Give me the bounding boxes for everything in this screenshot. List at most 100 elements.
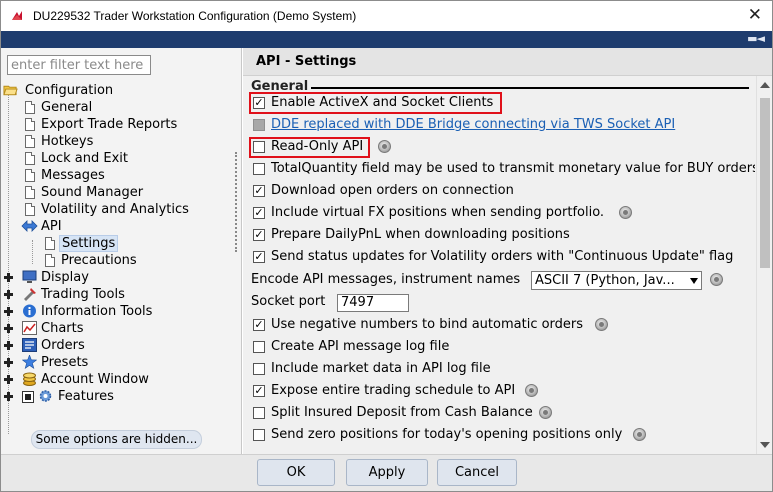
- tree-label: Precautions: [61, 253, 137, 268]
- gear-icon: [39, 390, 52, 402]
- tree-label: Orders: [41, 338, 85, 353]
- info-icon[interactable]: [619, 206, 632, 219]
- split-insured-checkbox[interactable]: [253, 407, 265, 419]
- create-api-log-checkbox[interactable]: [253, 341, 265, 353]
- info-icon[interactable]: [539, 406, 552, 419]
- pin-icon[interactable]: ▬◄: [747, 32, 765, 45]
- panel-title: API - Settings: [256, 54, 357, 69]
- window-title: DU229532 Trader Workstation Configuratio…: [33, 9, 357, 23]
- info-icon[interactable]: [595, 318, 608, 331]
- expand-icon[interactable]: [4, 307, 13, 316]
- expand-icon[interactable]: [4, 392, 13, 401]
- settings-tree-panel: Configuration General Export Trade Repor…: [1, 48, 242, 454]
- scrollbar-thumb[interactable]: [760, 98, 770, 268]
- document-icon: [25, 101, 35, 114]
- tree-label: Sound Manager: [41, 185, 144, 200]
- tree-label: Display: [41, 270, 89, 285]
- virtual-fx-checkbox[interactable]: ✓: [253, 207, 265, 219]
- vertical-scrollbar[interactable]: [756, 76, 772, 454]
- market-data-log-checkbox[interactable]: [253, 363, 265, 375]
- setting-label: Download open orders on connection: [271, 183, 514, 198]
- api-arrows-icon: [21, 220, 38, 232]
- tree-label: Settings: [59, 235, 119, 252]
- document-icon: [25, 169, 35, 182]
- tree-label: Export Trade Reports: [41, 117, 178, 132]
- encode-label: Encode API messages, instrument names: [251, 272, 521, 287]
- expand-icon[interactable]: [4, 341, 13, 350]
- dde-checkbox: [253, 119, 265, 131]
- document-icon: [25, 203, 35, 216]
- tree-label: Features: [58, 389, 114, 404]
- section-divider: [311, 87, 749, 89]
- setting-label: Include market data in API log file: [271, 361, 491, 376]
- dde-bridge-link[interactable]: DDE replaced with DDE Bridge connecting …: [271, 115, 675, 135]
- totalquantity-checkbox[interactable]: [253, 163, 265, 175]
- info-icon[interactable]: [378, 140, 391, 153]
- chart-icon: [22, 321, 37, 335]
- volatility-updates-checkbox[interactable]: ✓: [253, 251, 265, 263]
- tree-label: Trading Tools: [41, 287, 125, 302]
- title-bar: DU229532 Trader Workstation Configuratio…: [0, 0, 773, 31]
- presets-star-icon: [22, 355, 37, 369]
- trading-tools-icon: [24, 288, 36, 301]
- tree-label: Account Window: [41, 372, 149, 387]
- info-icon[interactable]: [633, 428, 646, 441]
- tree-label: General: [41, 100, 93, 115]
- document-icon: [25, 135, 35, 148]
- expand-icon[interactable]: [4, 273, 13, 282]
- panel-header: API - Settings: [243, 48, 772, 76]
- highlight-box: [249, 92, 502, 114]
- socket-port-input[interactable]: 7497: [337, 294, 409, 312]
- document-icon: [25, 152, 35, 165]
- document-icon: [25, 186, 35, 199]
- document-icon: [45, 237, 55, 250]
- expand-icon[interactable]: [4, 375, 13, 384]
- tree-label: Lock and Exit: [41, 151, 128, 166]
- account-coins-icon: [23, 372, 36, 386]
- prepare-dailypnl-checkbox[interactable]: ✓: [253, 229, 265, 241]
- scroll-up-icon[interactable]: [760, 82, 770, 88]
- api-settings-panel: API - Settings General ✓ Enable ActiveX …: [235, 48, 772, 454]
- tree-label: Charts: [41, 321, 84, 336]
- scroll-down-icon[interactable]: [760, 442, 770, 448]
- document-icon: [45, 254, 55, 267]
- setting-label: Split Insured Deposit from Cash Balance: [271, 405, 533, 420]
- setting-label: Include virtual FX positions when sendin…: [271, 205, 605, 220]
- expand-icon[interactable]: [4, 290, 13, 299]
- highlight-box: [249, 137, 370, 158]
- folder-open-icon: [3, 85, 18, 96]
- display-monitor-icon: [22, 270, 37, 283]
- apply-button[interactable]: Apply: [346, 459, 428, 486]
- close-icon[interactable]: ✕: [748, 5, 762, 25]
- zero-positions-checkbox[interactable]: [253, 429, 265, 441]
- encoding-select[interactable]: ASCII 7 (Python, Jav...: [531, 271, 702, 290]
- ok-button[interactable]: OK: [257, 459, 335, 486]
- socket-port-label: Socket port: [251, 294, 326, 309]
- negative-numbers-checkbox[interactable]: ✓: [253, 319, 265, 331]
- cancel-button[interactable]: Cancel: [437, 459, 517, 486]
- setting-label: Send status updates for Volatility order…: [271, 249, 734, 264]
- download-open-orders-checkbox[interactable]: ✓: [253, 185, 265, 197]
- setting-label: Send zero positions for today's opening …: [271, 427, 623, 442]
- some-options-hidden-button[interactable]: Some options are hidden...: [31, 430, 202, 449]
- splitter-handle[interactable]: [235, 152, 238, 252]
- info-icon[interactable]: [710, 273, 723, 286]
- chevron-down-icon: [690, 278, 698, 284]
- tree-label: Volatility and Analytics: [41, 202, 189, 217]
- setting-label: TotalQuantity field may be used to trans…: [271, 161, 755, 176]
- expand-icon[interactable]: [4, 324, 13, 333]
- setting-label: Expose entire trading schedule to API: [271, 383, 516, 398]
- expose-schedule-checkbox[interactable]: ✓: [253, 385, 265, 397]
- tree-label: Configuration: [25, 83, 114, 98]
- setting-label: Use negative numbers to bind automatic o…: [271, 317, 584, 332]
- orders-icon: [22, 338, 37, 352]
- encoding-select-value: ASCII 7 (Python, Jav...: [535, 273, 675, 288]
- tree-guide: [32, 240, 33, 264]
- tree-label: API: [41, 219, 62, 234]
- tree-label: Messages: [41, 168, 105, 183]
- dialog-button-bar: OK Apply Cancel: [1, 454, 772, 491]
- info-icon[interactable]: [525, 384, 538, 397]
- tree-label: Presets: [41, 355, 89, 370]
- filter-input[interactable]: [7, 55, 151, 75]
- expand-icon[interactable]: [4, 358, 13, 367]
